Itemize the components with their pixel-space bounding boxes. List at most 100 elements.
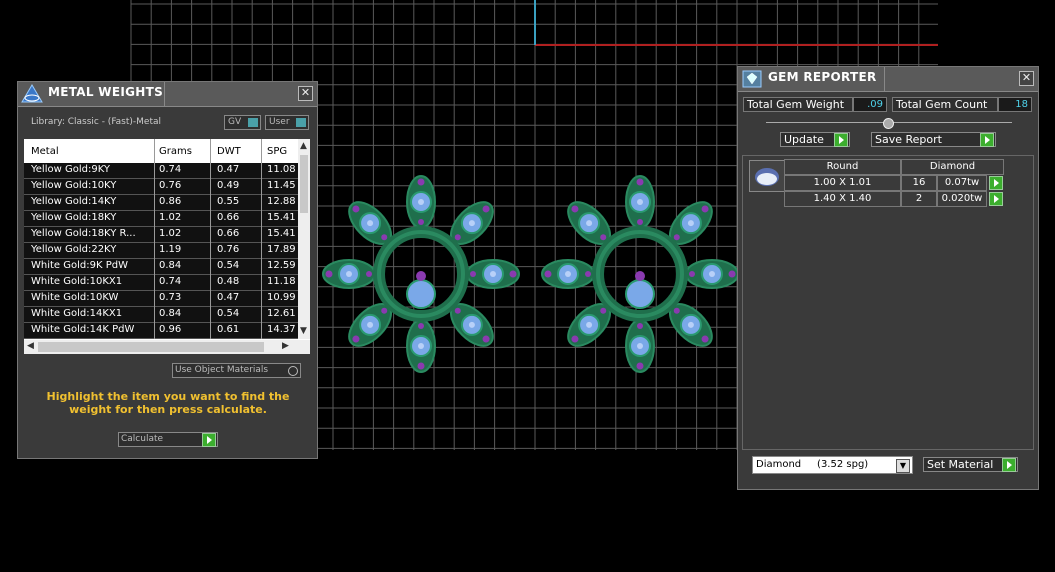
round-gem-icon[interactable] — [749, 160, 785, 192]
instruction-text: Highlight the item you want to find the … — [46, 390, 290, 416]
table-header: Metal Grams DWT SPG — [24, 139, 298, 163]
table-row[interactable]: White Gold:10KW 0.73 0.47 10.99 — [24, 291, 298, 307]
play-icon[interactable] — [834, 133, 848, 147]
app-logo-icon — [21, 84, 43, 103]
gem-count-cell: 16 — [901, 175, 937, 191]
cell-metal: Yellow Gold:9KY — [31, 164, 110, 175]
set-material-button[interactable]: Set Material — [923, 457, 1018, 472]
gem-size-cell: 1.00 X 1.01 — [784, 175, 901, 191]
cell-dwt: 0.54 — [217, 308, 240, 319]
play-icon[interactable] — [980, 133, 994, 147]
cell-metal: Yellow Gold:18KY R... — [31, 228, 136, 239]
scroll-right-icon[interactable]: ▶ — [282, 341, 289, 351]
col-spg[interactable]: SPG — [267, 146, 287, 157]
gem-reporter-titlebar[interactable]: GEM REPORTER ✕ — [738, 67, 1038, 92]
cell-dwt: 0.66 — [217, 228, 240, 239]
metal-weights-title: METAL WEIGHTS — [48, 85, 164, 99]
cell-dwt: 0.55 — [217, 196, 240, 207]
select-gems-play-icon[interactable] — [989, 176, 1003, 190]
cell-metal: Yellow Gold:22KY — [31, 244, 117, 255]
earring-model-left[interactable] — [322, 175, 520, 373]
scroll-thumb[interactable] — [300, 155, 308, 213]
cell-grams: 0.84 — [159, 308, 182, 319]
cell-dwt: 0.47 — [217, 164, 240, 175]
total-gem-weight-label: Total Gem Weight — [743, 97, 853, 112]
update-label: Update — [784, 133, 824, 146]
close-icon[interactable]: ✕ — [298, 86, 313, 101]
table-row[interactable]: Yellow Gold:14KY 0.86 0.55 12.88 — [24, 195, 298, 211]
gem-list-area: Round Diamond 1.00 X 1.01 16 0.07tw 1.40 X … — [742, 155, 1034, 450]
col-grams[interactable]: Grams — [159, 146, 192, 157]
cell-spg: 12.61 — [267, 308, 296, 319]
cell-metal: White Gold:14KX1 — [31, 308, 123, 319]
table-horizontal-scrollbar[interactable]: ◀ ▶ — [24, 340, 310, 354]
scroll-thumb-horizontal[interactable] — [38, 342, 264, 352]
cell-spg: 11.45 — [267, 180, 296, 191]
cell-spg: 17.89 — [267, 244, 296, 255]
earring-model-right[interactable] — [541, 175, 739, 373]
metal-weights-titlebar[interactable]: METAL WEIGHTS ✕ — [18, 82, 317, 107]
metal-table[interactable]: Metal Grams DWT SPG Yellow Gold:9KY 0.74 0… — [24, 139, 310, 354]
gem-reporter-title: GEM REPORTER — [768, 70, 877, 84]
table-row[interactable]: White Gold:14KX1 0.84 0.54 12.61 — [24, 307, 298, 323]
cell-spg: 12.88 — [267, 196, 296, 207]
scroll-up-icon[interactable]: ▲ — [300, 141, 307, 151]
cell-grams: 0.74 — [159, 276, 182, 287]
update-button[interactable]: Update — [780, 132, 850, 147]
table-row[interactable]: Yellow Gold:18KY R... 1.02 0.66 15.41 — [24, 227, 298, 243]
col-metal[interactable]: Metal — [31, 146, 59, 157]
cell-grams: 0.76 — [159, 180, 182, 191]
cell-metal: Yellow Gold:18KY — [31, 212, 117, 223]
play-icon[interactable] — [202, 433, 216, 447]
close-icon[interactable]: ✕ — [1019, 71, 1034, 86]
calculate-button[interactable]: Calculate — [118, 432, 218, 447]
set-material-label: Set Material — [927, 458, 994, 471]
cell-spg: 15.41 — [267, 228, 296, 239]
gem-reporter-logo-icon — [742, 70, 762, 88]
table-row[interactable]: Yellow Gold:22KY 1.19 0.76 17.89 — [24, 243, 298, 259]
table-row[interactable]: Yellow Gold:10KY 0.76 0.49 11.45 — [24, 179, 298, 195]
table-row[interactable]: White Gold:10KX1 0.74 0.48 11.18 — [24, 275, 298, 291]
cell-dwt: 0.49 — [217, 180, 240, 191]
select-gems-play-icon[interactable] — [989, 192, 1003, 206]
cell-metal: White Gold:10KX1 — [31, 276, 123, 287]
radio-icon — [288, 366, 298, 376]
save-report-button[interactable]: Save Report — [871, 132, 996, 147]
cell-grams: 0.74 — [159, 164, 182, 175]
cell-grams: 0.73 — [159, 292, 182, 303]
table-row[interactable]: White Gold:9K PdW 0.84 0.54 12.59 — [24, 259, 298, 275]
cell-dwt: 0.48 — [217, 276, 240, 287]
cell-grams: 0.86 — [159, 196, 182, 207]
gv-label: GV — [228, 117, 242, 127]
total-gem-count-value: 18 — [998, 97, 1032, 112]
col-dwt[interactable]: DWT — [217, 146, 241, 157]
scroll-down-icon[interactable]: ▼ — [300, 326, 307, 336]
table-row[interactable]: White Gold:14K PdW 0.96 0.61 14.37 — [24, 323, 298, 339]
table-row[interactable]: Yellow Gold:18KY 1.02 0.66 15.41 — [24, 211, 298, 227]
cell-grams: 1.02 — [159, 212, 182, 223]
play-icon[interactable] — [1002, 458, 1016, 472]
cell-spg: 10.99 — [267, 292, 296, 303]
cell-metal: White Gold:9K PdW — [31, 260, 128, 271]
material-header: Diamond — [901, 159, 1004, 175]
cell-dwt: 0.54 — [217, 260, 240, 271]
cell-metal: Yellow Gold:10KY — [31, 180, 117, 191]
gem-reporter-panel: GEM REPORTER ✕ Total Gem Weight .09 Tota… — [737, 66, 1039, 490]
use-object-materials-label: Use Object Materials — [175, 365, 269, 375]
cell-dwt: 0.61 — [217, 324, 240, 335]
table-vertical-scrollbar[interactable]: ▲ ▼ — [298, 139, 310, 339]
gv-toggle[interactable]: GV — [224, 115, 261, 130]
gem-weight-cell: 0.020tw — [937, 191, 987, 207]
scroll-left-icon[interactable]: ◀ — [27, 341, 34, 351]
total-gem-count-label: Total Gem Count — [892, 97, 998, 112]
cell-grams: 0.84 — [159, 260, 182, 271]
material-select[interactable]: Diamond (3.52 spg) ▼ — [752, 456, 913, 474]
table-row[interactable]: Yellow Gold:9KY 0.74 0.47 11.08 — [24, 163, 298, 179]
size-slider-handle[interactable] — [883, 118, 894, 129]
material-select-value: Diamond (3.52 spg) — [756, 459, 869, 470]
cell-metal: Yellow Gold:14KY — [31, 196, 117, 207]
cell-spg: 14.37 — [267, 324, 296, 335]
chevron-down-icon[interactable]: ▼ — [896, 459, 910, 473]
use-object-materials-toggle[interactable]: Use Object Materials — [172, 363, 301, 378]
user-toggle[interactable]: User — [265, 115, 309, 130]
